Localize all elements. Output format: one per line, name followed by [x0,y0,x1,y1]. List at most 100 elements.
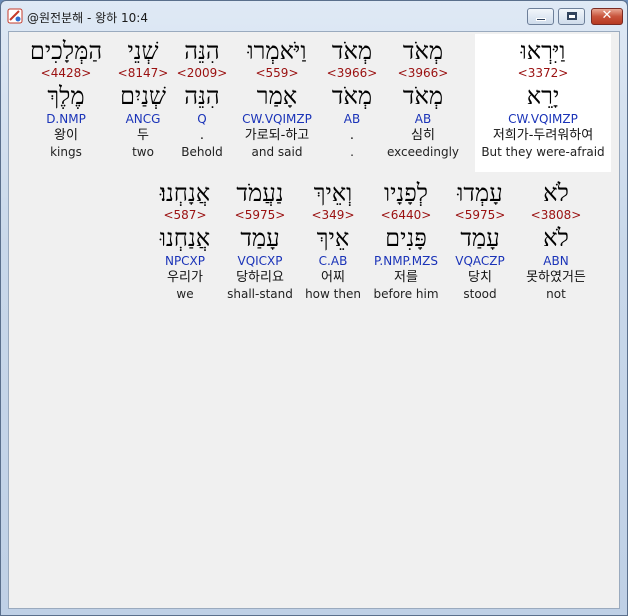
hebrew-word: נַעֲמֹד [236,179,284,207]
morphology-code: Q [197,112,207,126]
interlinear-word[interactable]: מְאֹד <3966> מְאֹד AB.. [321,34,383,172]
morphology-code: AB [343,112,361,126]
english-gloss: exceedingly [386,145,460,159]
korean-gloss: 못하였거든 [526,270,586,285]
korean-gloss: 우리가 [167,270,203,285]
morphology-code: CW.VQIMZP [242,112,312,126]
hebrew-word: עָמְדוּ [457,179,503,207]
lemma-word: יָרֵא [526,82,560,110]
english-gloss: . [350,145,354,159]
strong-number: <3966> [397,66,449,80]
strong-number: <3966> [326,66,378,80]
morphology-code: C.AB [318,254,348,268]
interlinear-panel: וַיִּרְאוּ <3372> יָרֵא CW.VQIMZP 저희가-두려워하여 B… [8,31,620,609]
strong-number: <3372> [517,66,569,80]
interlinear-word[interactable]: נַעֲמֹד <5975> עָמַד VQICXP 당하리요 shall-stand [220,176,300,312]
interlinear-word[interactable]: לֹא <3808> לֹא ABN 못하였거든 not [514,176,598,312]
lemma-word: אֲנַחְנוּ [159,224,211,252]
english-gloss: shall-stand [227,287,293,301]
lemma-word: מֶלֶךְ [47,82,85,110]
morphology-code: ANCG [125,112,161,126]
korean-gloss: 어찌 [321,270,345,285]
minimize-button[interactable] [527,8,554,25]
hebrew-word: לְפָנָיו [383,179,429,207]
korean-gloss: 당하리요 [236,270,284,285]
morphology-code: D.NMP [46,112,86,126]
english-gloss: Behold [181,145,223,159]
lemma-word: מְאֹד [331,82,373,110]
korean-gloss: 당치 [468,270,492,285]
hebrew-word: אֲנָחְנוּ׃ [159,179,211,207]
lemma-word: פָּנִים [385,224,427,252]
korean-gloss: 두 [137,128,149,143]
interlinear-word[interactable]: אֲנָחְנוּ׃ <587> אֲנַחְנוּ NPCXP 우리가 we [154,176,216,312]
english-gloss: But they were-afraid [481,145,605,159]
interlinear-word[interactable]: לְפָנָיו <6440> פָּנִים P.NMP.MZS 저를 before h… [364,176,448,312]
hebrew-word: מְאֹד [331,37,373,65]
english-gloss: stood [463,287,497,301]
strong-number: <5975> [234,208,286,222]
hebrew-word: וְאֵיךְ [313,179,353,207]
interlinear-word[interactable]: שְׁנֵי <8147> שְׁנַיִם ANCG 두 two [115,34,171,172]
strong-number: <3808> [530,208,582,222]
lemma-word: אֵיךְ [316,224,350,252]
close-button[interactable]: ✕ [591,8,623,25]
lemma-word: לֹא [543,224,569,252]
english-gloss: kings [50,145,82,159]
strong-number: <6440> [380,208,432,222]
hebrew-word: שְׁנֵי [127,37,159,65]
english-gloss: how then [305,287,361,301]
window-title: @원전분해 - 왕하 10:4 [27,11,148,25]
interlinear-word[interactable]: וַיִּרְאוּ <3372> יָרֵא CW.VQIMZP 저희가-두려워하여 B… [475,34,611,172]
lemma-word: הִנֵּה [184,82,220,110]
strong-number: <5975> [454,208,506,222]
app-window: @원전분해 - 왕하 10:4 ✕ וַיִּרְאוּ <3372> יָרֵא C… [0,0,628,616]
maximize-icon [567,12,577,20]
morphology-code: NPCXP [164,254,206,268]
hebrew-word: וַיֹּאמְרוּ [247,37,307,65]
korean-gloss: . [349,128,355,143]
lemma-word: עָמַד [240,224,280,252]
english-gloss: two [132,145,154,159]
strong-number: <4428> [40,66,92,80]
close-icon: ✕ [601,8,613,23]
hebrew-word: הִנֵּה [184,37,220,65]
strong-number: <349> [311,208,355,222]
interlinear-word[interactable]: הִנֵּה <2009> הִנֵּה Q. Behold [173,34,231,172]
english-gloss: not [546,287,566,301]
strong-number: <8147> [117,66,169,80]
english-gloss: we [176,287,194,301]
morphology-code: VQICXP [237,254,283,268]
lemma-word: אָמַר [256,82,298,110]
interlinear-word[interactable]: מְאֹד <3966> מְאֹד AB 심히 exceedingly [384,34,462,172]
english-gloss: and said [251,145,303,159]
morphology-code: P.NMP.MZS [374,254,438,268]
morphology-code: ABN [543,254,569,268]
maximize-button[interactable] [558,8,585,25]
morphology-code: AB [414,112,432,126]
interlinear-word[interactable]: וְאֵיךְ <349> אֵיךְ C.AB 어찌 how then [305,176,361,312]
strong-number: <2009> [176,66,228,80]
english-gloss: before him [373,287,439,301]
korean-gloss: 저를 [394,270,418,285]
morphology-code: CW.VQIMZP [508,112,578,126]
interlinear-word[interactable]: וַיֹּאמְרוּ <559> אָמַר CW.VQIMZP 가로되-하고 and … [229,34,325,172]
lemma-word: עָמַד [460,224,500,252]
korean-gloss: . [199,128,205,143]
korean-gloss: 왕이 [54,128,78,143]
korean-gloss: 심히 [411,128,435,143]
minimize-icon [536,18,546,21]
hebrew-word: לֹא [543,179,569,207]
lemma-word: מְאֹד [402,82,444,110]
strong-number: <559> [255,66,299,80]
hebrew-word: הַמְּלָכִים [29,37,103,65]
morphology-code: VQACZP [455,254,505,268]
interlinear-word[interactable]: עָמְדוּ <5975> עָמַד VQACZP 당치 stood [448,176,512,312]
title-bar[interactable]: @원전분해 - 왕하 10:4 ✕ [1,1,627,31]
hebrew-word: מְאֹד [402,37,444,65]
interlinear-word[interactable]: הַמְּלָכִים <4428> מֶלֶךְ D.NMP 왕이 kings [23,34,109,172]
korean-gloss: 저희가-두려워하여 [492,128,594,143]
strong-number: <587> [163,208,207,222]
lemma-word: שְׁנַיִם [119,82,167,110]
hebrew-word: וַיִּרְאוּ [520,37,566,65]
